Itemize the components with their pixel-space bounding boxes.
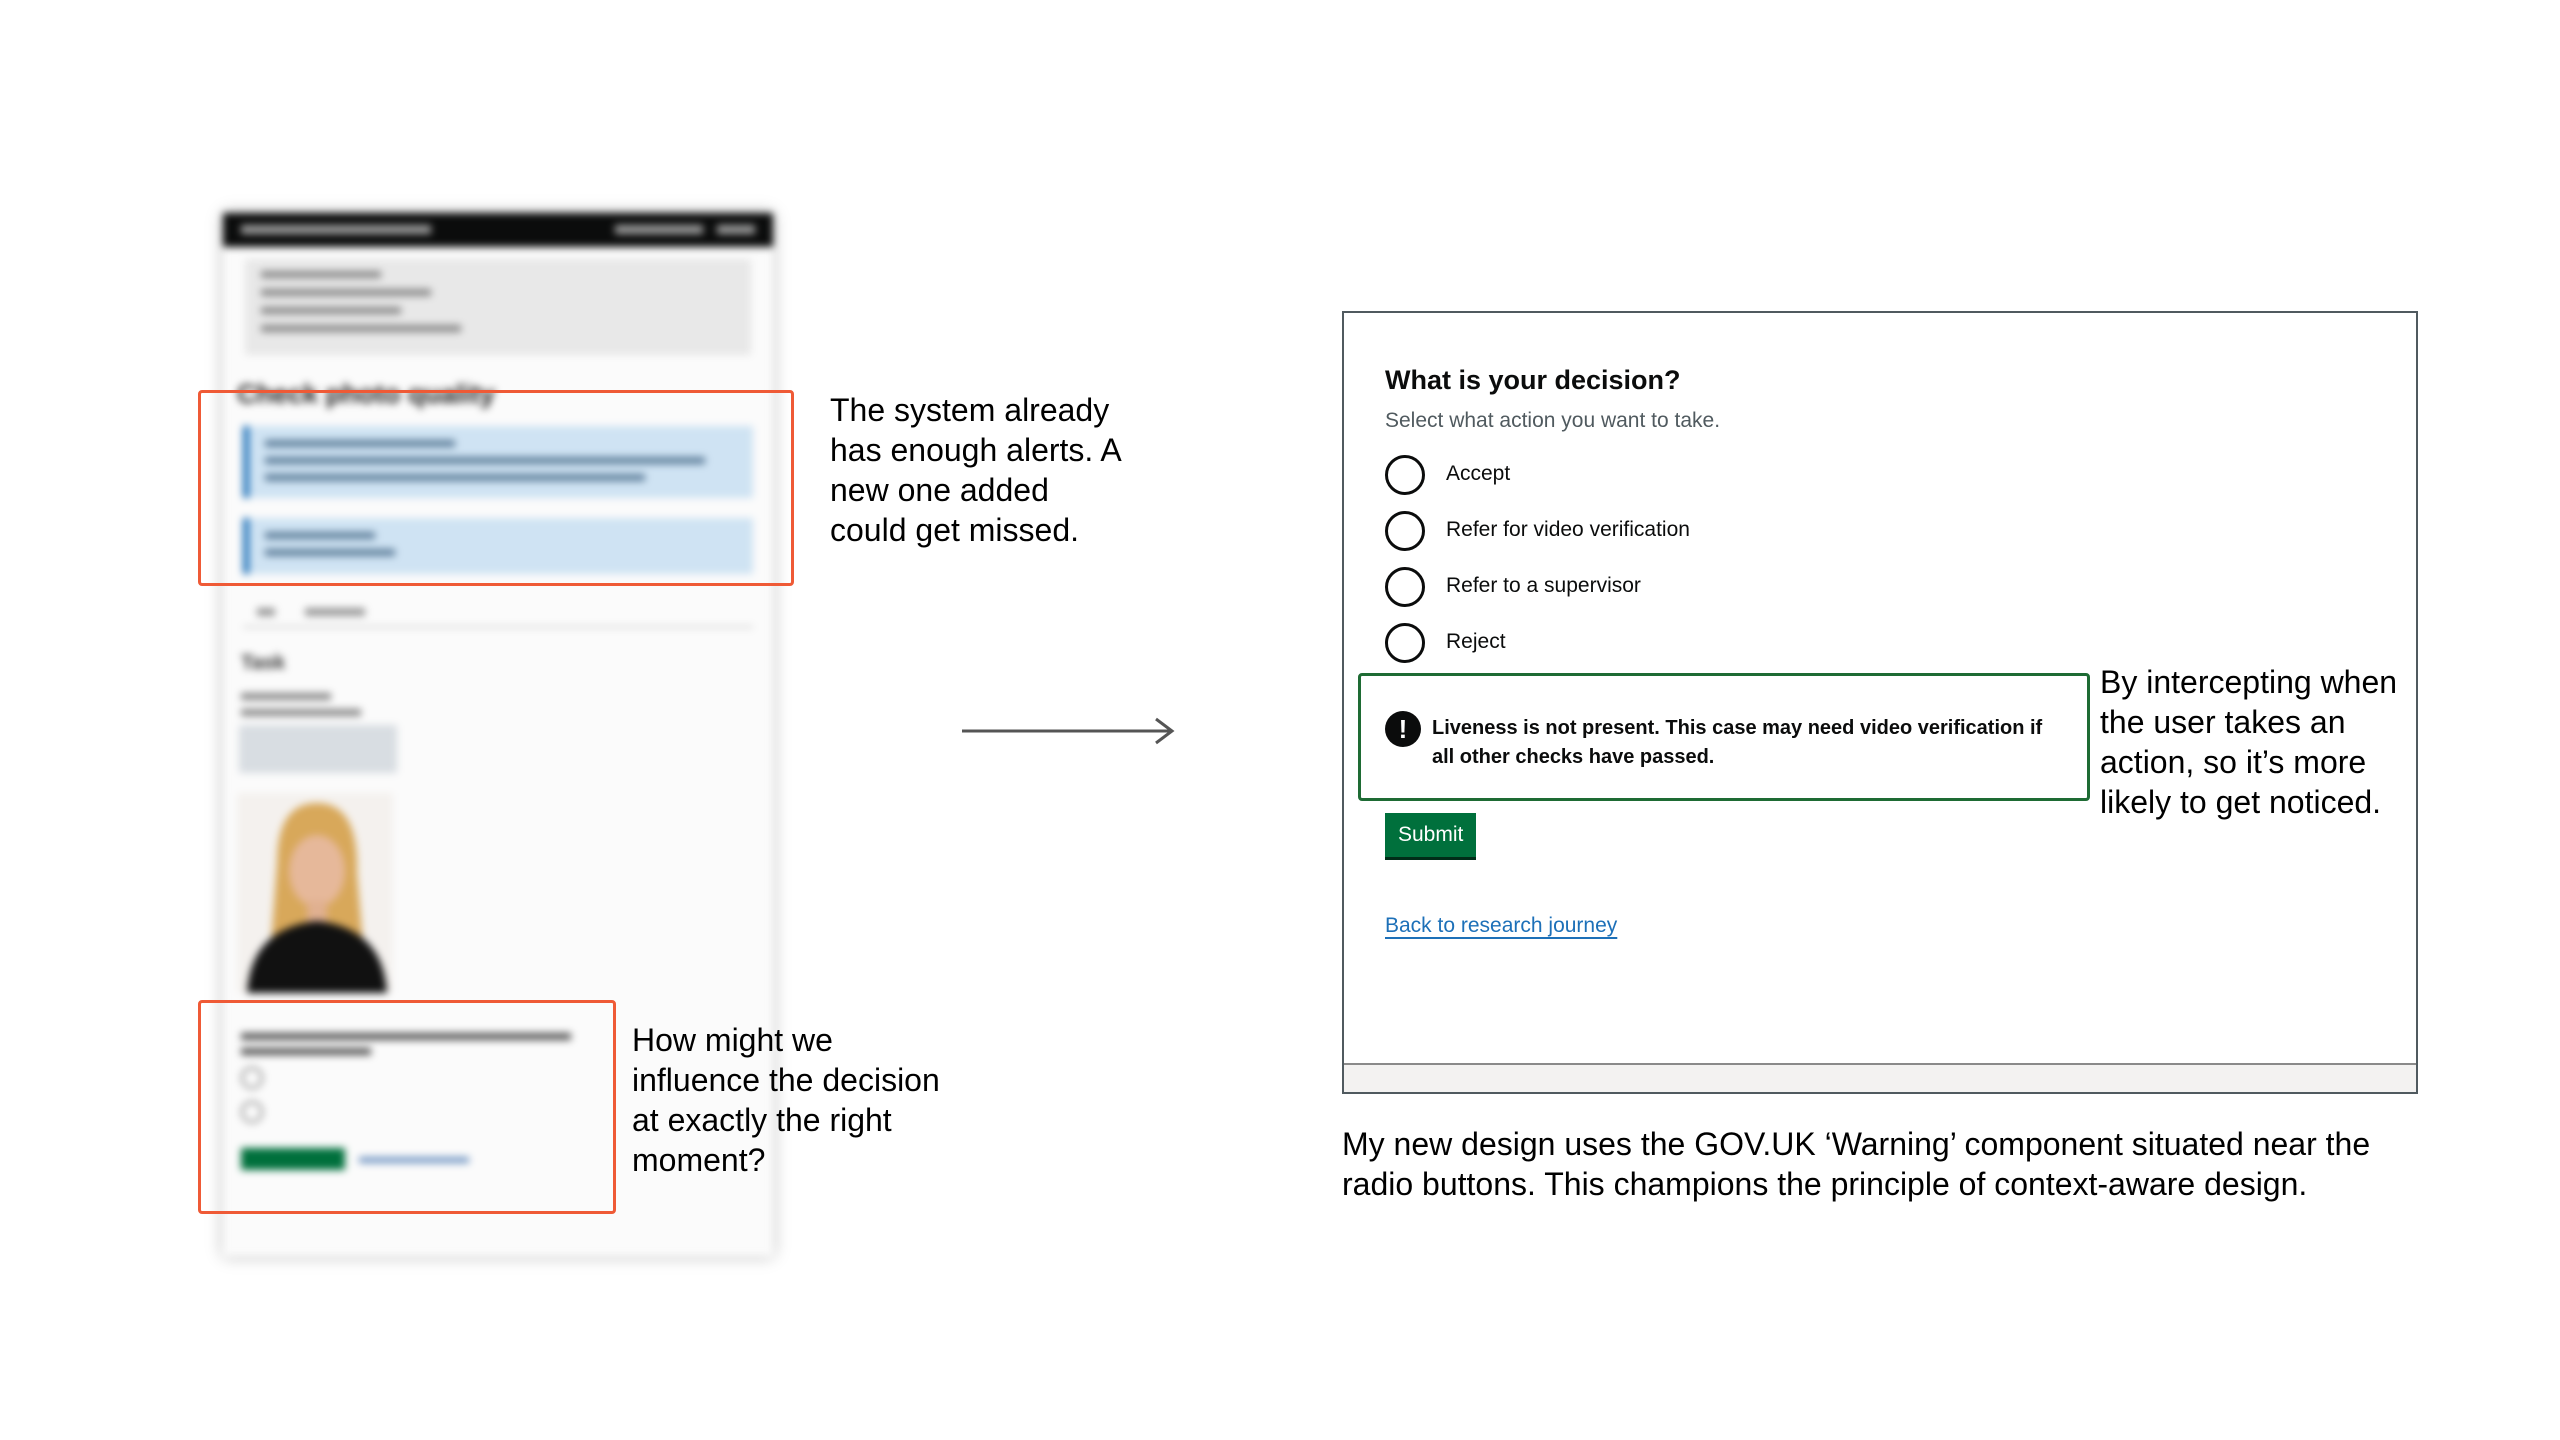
highlight-decision	[198, 1000, 616, 1214]
warning-message: Liveness is not present. This case may n…	[1432, 717, 2043, 768]
warning-icon: !	[1385, 711, 1421, 747]
old-header-bar	[223, 213, 773, 247]
old-detail-box	[239, 725, 397, 773]
warning-text-component: ! Liveness is not present. This case may…	[1358, 673, 2090, 801]
radio-label-refer-supervisor[interactable]: Refer to a supervisor	[1446, 574, 1641, 598]
footer-strip	[1344, 1063, 2416, 1092]
radio-circle-reject[interactable]	[1385, 623, 1425, 663]
decision-hint: Select what action you want to take.	[1385, 409, 1721, 432]
arrow-right-icon	[962, 717, 1175, 745]
old-summary-panel	[245, 259, 751, 355]
back-to-research-journey-link[interactable]: Back to research journey	[1385, 914, 1617, 938]
old-task-heading: Task	[241, 652, 286, 674]
radio-label-accept[interactable]: Accept	[1446, 462, 1510, 486]
radio-label-refer-video[interactable]: Refer for video verification	[1446, 518, 1690, 542]
design-caption: My new design uses the GOV.UK ‘Warning’ …	[1342, 1126, 2371, 1202]
submit-button[interactable]: Submit	[1385, 813, 1477, 857]
radio-circle-refer-video[interactable]	[1385, 511, 1425, 551]
decision-annotation: How might we influence the decision at e…	[632, 1022, 940, 1178]
applicant-photo	[237, 793, 393, 993]
intercept-annotation: By intercepting when the user takes an a…	[2100, 664, 2398, 820]
radio-label-reject[interactable]: Reject	[1446, 630, 1506, 654]
radio-circle-refer-supervisor[interactable]	[1385, 567, 1425, 607]
old-task-details	[241, 693, 773, 716]
decision-heading: What is your decision?	[1385, 365, 1681, 395]
highlight-alerts	[198, 390, 794, 586]
radio-circle-accept[interactable]	[1385, 455, 1425, 495]
alerts-annotation: The system already has enough alerts. A …	[830, 392, 1120, 548]
old-tabs	[243, 604, 753, 628]
